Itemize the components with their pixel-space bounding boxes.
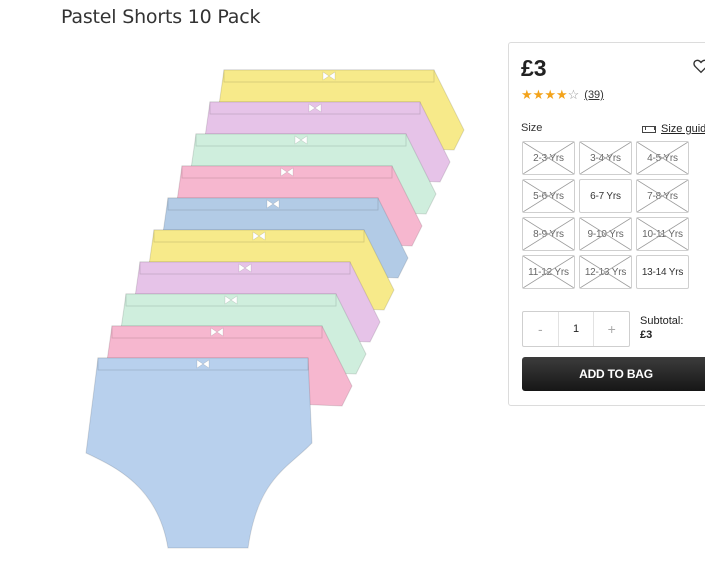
size-option[interactable]: 13-14 Yrs — [636, 255, 689, 289]
size-guide-link[interactable]: Size guide — [642, 123, 705, 135]
heart-icon[interactable] — [692, 57, 705, 75]
quantity-input[interactable]: 1 — [557, 312, 595, 346]
quantity-increase-button[interactable]: + — [594, 312, 629, 346]
unavailable-cross-icon — [523, 218, 574, 250]
size-option[interactable]: 10-11 Yrs — [636, 217, 689, 251]
purchase-panel: £3 ★★★★☆ (39) Size Size guide 2-3 Yrs3-4… — [508, 42, 705, 406]
review-count-link[interactable]: (39) — [584, 89, 604, 101]
star-icon: ☆ — [567, 87, 580, 102]
size-option-label: 13-14 Yrs — [641, 266, 684, 278]
add-to-bag-button[interactable]: ADD TO BAG — [522, 357, 705, 391]
unavailable-cross-icon — [523, 180, 574, 212]
size-option[interactable]: 6-7 Yrs — [579, 179, 632, 213]
unavailable-cross-icon — [580, 218, 631, 250]
size-selector: 2-3 Yrs3-4 Yrs4-5 Yrs 5-6 Yrs 6-7 Yrs 7-8 Y… — [522, 141, 689, 289]
star-icon: ★ — [532, 87, 545, 102]
unavailable-cross-icon — [637, 218, 688, 250]
quantity-stepper: - 1 + — [522, 311, 630, 347]
size-guide-label: Size guide — [661, 123, 705, 135]
unavailable-cross-icon — [637, 142, 688, 174]
size-option[interactable]: 7-8 Yrs — [636, 179, 689, 213]
rating-stars[interactable]: ★ ★ ★ ★ ☆ (39) — [521, 88, 604, 102]
size-option-label: 6-7 Yrs — [590, 190, 621, 202]
size-option[interactable]: 4-5 Yrs — [636, 141, 689, 175]
unavailable-cross-icon — [580, 142, 631, 174]
size-option[interactable]: 2-3 Yrs — [522, 141, 575, 175]
product-title: Pastel Shorts 10 Pack — [61, 6, 261, 28]
brief-item — [85, 357, 313, 549]
size-option[interactable]: 12-13 Yrs — [579, 255, 632, 289]
star-icon: ★ — [521, 87, 533, 102]
size-option[interactable]: 8-9 Yrs — [522, 217, 575, 251]
subtotal-value: £3 — [640, 329, 653, 341]
product-image — [85, 69, 465, 549]
size-option[interactable]: 9-10 Yrs — [579, 217, 632, 251]
price: £3 — [521, 55, 547, 81]
size-option[interactable]: 11-12 Yrs — [522, 255, 575, 289]
unavailable-cross-icon — [580, 256, 631, 288]
star-icon: ★ — [544, 87, 556, 102]
star-icon: ★ — [555, 87, 568, 102]
size-label: Size — [521, 122, 543, 134]
quantity-decrease-button[interactable]: - — [523, 312, 558, 346]
size-option[interactable]: 3-4 Yrs — [579, 141, 632, 175]
add-to-bag-label: ADD TO BAG — [579, 367, 653, 381]
ruler-icon — [642, 125, 656, 133]
size-option[interactable]: 5-6 Yrs — [522, 179, 575, 213]
unavailable-cross-icon — [637, 180, 688, 212]
unavailable-cross-icon — [523, 256, 574, 288]
unavailable-cross-icon — [523, 142, 574, 174]
subtotal: Subtotal: £3 — [640, 314, 683, 342]
subtotal-label: Subtotal: — [640, 315, 684, 327]
